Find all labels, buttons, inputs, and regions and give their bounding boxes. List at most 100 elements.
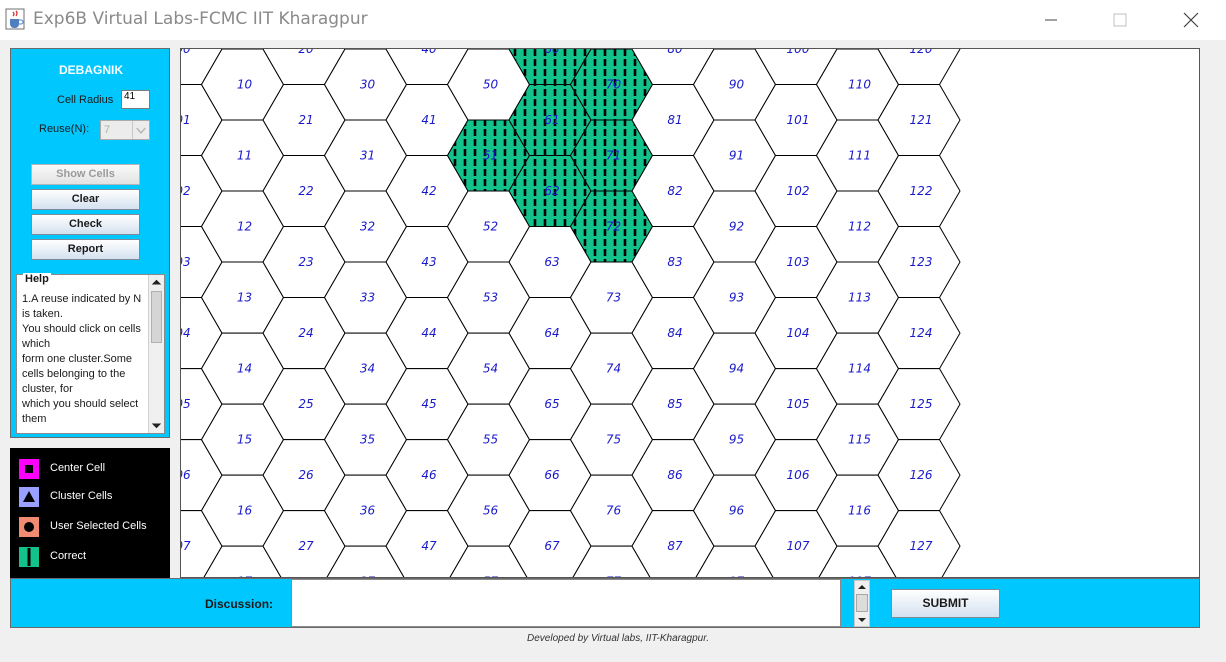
hex-cell-label: 46	[421, 468, 437, 482]
cell-radius-label: Cell Radius	[57, 94, 114, 106]
hex-cell-label: 14	[237, 362, 252, 376]
discussion-scrollbar[interactable]	[854, 580, 870, 627]
triangle-icon	[19, 487, 39, 507]
hex-cell-label: 55	[483, 433, 498, 447]
hex-cell-label: 24	[298, 326, 313, 340]
hex-cell-label: 113	[848, 291, 871, 305]
main-content: DEBAGNIK Cell Radius 41 Reuse(N): 7 Show…	[0, 40, 1226, 662]
hex-cell-label: 101	[787, 113, 810, 127]
discussion-textarea[interactable]	[291, 579, 841, 627]
hex-cell-label: 00	[181, 49, 191, 56]
hex-cell-label: 23	[298, 255, 313, 269]
hex-cell-label: 85	[667, 397, 682, 411]
hex-cell-label: 104	[787, 326, 810, 340]
hex-cell-label: 107	[787, 539, 810, 553]
hex-cell-label: 34	[360, 362, 375, 376]
hex-cell-label: 70	[606, 78, 622, 92]
hex-cell-label: 100	[787, 49, 810, 56]
hex-cell-label: 124	[910, 326, 933, 340]
help-box: Help 1.A reuse indicated by N is taken. …	[16, 273, 165, 434]
circle-icon	[19, 517, 39, 537]
hex-cell-label: 71	[606, 149, 621, 163]
hex-cell-label: 50	[483, 78, 499, 92]
java-cup-icon	[5, 8, 25, 30]
hex-cell-label: 65	[544, 397, 559, 411]
hex-cell-label: 91	[729, 149, 744, 163]
hex-cell-label: 112	[848, 220, 871, 234]
hex-cell-label: 125	[910, 397, 933, 411]
check-button[interactable]: Check	[31, 214, 140, 235]
help-title: Help	[23, 273, 51, 285]
hex-cell-label: 20	[298, 49, 314, 56]
hex-cell-label: 52	[483, 220, 498, 234]
help-text: 1.A reuse indicated by N is taken. You s…	[22, 293, 142, 425]
discussion-bar: Discussion: SUBMIT	[10, 578, 1200, 628]
hex-cell-label: 95	[729, 433, 744, 447]
close-icon[interactable]	[1171, 6, 1211, 34]
legend-label: Cluster Cells	[50, 490, 113, 502]
hex-cell-label: 76	[606, 504, 622, 518]
clear-button[interactable]: Clear	[31, 189, 140, 210]
hex-cell-label: 51	[483, 149, 498, 163]
hex-cell-label: 87	[667, 539, 683, 553]
scroll-up-icon[interactable]	[855, 581, 869, 593]
maximize-icon[interactable]	[1100, 6, 1140, 34]
hex-cell-label: 15	[237, 433, 252, 447]
hex-cell-label: 40	[421, 49, 437, 56]
hex-grid[interactable]: 0001020304050607101112131415161720212223…	[181, 49, 1200, 578]
hex-cell-label: 02	[181, 184, 191, 198]
hex-cell-label: 10	[237, 78, 253, 92]
hex-cell-label: 54	[483, 362, 498, 376]
hex-cell-label: 21	[298, 113, 313, 127]
hex-cell-label: 11	[237, 149, 252, 163]
scroll-up-icon[interactable]	[149, 275, 164, 290]
hex-cell-label: 26	[298, 468, 314, 482]
report-button[interactable]: Report	[31, 239, 140, 260]
hex-cell-label: 80	[667, 49, 683, 56]
cell-radius-input[interactable]: 41	[121, 90, 150, 109]
scroll-down-icon[interactable]	[149, 418, 164, 433]
hex-cell-label: 84	[667, 326, 682, 340]
hex-cell-label: 111	[848, 149, 871, 163]
legend-label: User Selected Cells	[50, 520, 147, 532]
legend-item-correct: Correct	[18, 546, 168, 568]
reuse-select[interactable]: 7	[100, 120, 150, 140]
hex-cell-label: 126	[910, 468, 933, 482]
hex-cell-label: 86	[667, 468, 683, 482]
hex-cell-label: 120	[910, 49, 933, 56]
hex-cell-label: 04	[181, 326, 191, 340]
footer-credit: Developed by Virtual labs, IIT-Kharagpur…	[527, 633, 709, 644]
help-scroll-thumb[interactable]	[151, 291, 162, 343]
hex-cell-label: 31	[360, 149, 375, 163]
minimize-icon[interactable]	[1031, 6, 1071, 34]
hex-cell-label: 72	[606, 220, 621, 234]
chevron-down-icon	[132, 121, 146, 139]
title-bar: Exp6B Virtual Labs-FCMC IIT Kharagpur	[0, 0, 1226, 40]
square-icon	[19, 459, 39, 479]
discussion-scroll-thumb[interactable]	[856, 594, 868, 612]
hex-cell-label: 27	[298, 539, 314, 553]
hex-cell-label: 83	[667, 255, 682, 269]
hex-cell-label: 110	[848, 78, 871, 92]
help-scrollbar[interactable]	[148, 275, 164, 433]
hex-cell-label: 73	[606, 291, 621, 305]
hex-cell-label: 05	[181, 397, 191, 411]
hex-cell-label: 41	[421, 113, 436, 127]
hex-cell-label: 92	[729, 220, 744, 234]
window-title: Exp6B Virtual Labs-FCMC IIT Kharagpur	[33, 9, 368, 29]
hex-cell-label: 44	[421, 326, 436, 340]
hex-cell-label: 74	[606, 362, 621, 376]
hex-cell-label: 116	[848, 504, 871, 518]
hex-cell-label: 12	[237, 220, 252, 234]
hex-cell-label: 121	[910, 113, 933, 127]
legend-item-center-cell: Center Cell	[18, 458, 168, 480]
hex-cell-label: 62	[544, 184, 559, 198]
hex-cell-label: 115	[848, 433, 871, 447]
hex-cell-label: 36	[360, 504, 376, 518]
hex-cell-label: 22	[298, 184, 313, 198]
show-cells-button[interactable]: Show Cells	[31, 164, 140, 185]
hex-cell-label: 67	[544, 539, 560, 553]
scroll-down-icon[interactable]	[855, 614, 869, 626]
hex-cell-label: 96	[729, 504, 745, 518]
submit-button[interactable]: SUBMIT	[891, 589, 1000, 618]
